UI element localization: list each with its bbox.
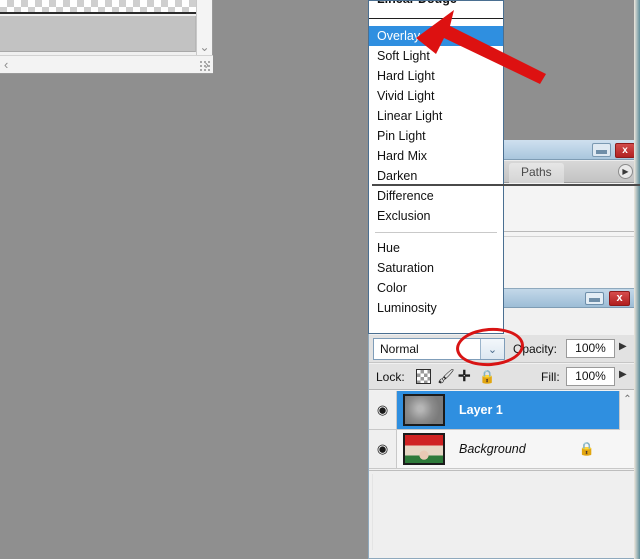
panel-menu-icon[interactable]: ▶ (618, 164, 633, 179)
window-resize-grip[interactable] (199, 60, 211, 72)
menu-item-saturation[interactable]: Saturation (369, 258, 503, 278)
opacity-stepper-icon[interactable]: ▶ (619, 341, 627, 352)
lock-label: Lock: (376, 370, 405, 384)
dropdown-items: Overlay Soft Light Hard Light Vivid Ligh… (369, 26, 503, 318)
blend-mode-dropdown-list[interactable]: Linear Dodge Overlay Soft Light Hard Lig… (368, 0, 504, 334)
table-row[interactable]: ◉ Background 🔒 (369, 430, 637, 469)
menu-item-darken[interactable]: Darken (369, 166, 503, 186)
tab-paths[interactable]: Paths (509, 163, 564, 183)
menu-item-color[interactable]: Color (369, 278, 503, 298)
dropdown-clipped-top-item: Linear Dodge (369, 1, 503, 18)
lock-image-pixels-icon[interactable]: 🖌 (437, 369, 455, 384)
layer-visibility-toggle[interactable]: ◉ (369, 430, 397, 468)
divider (369, 18, 503, 19)
fill-stepper-icon[interactable]: ▶ (619, 369, 627, 380)
fill-input[interactable]: 100% (566, 367, 615, 386)
layer-thumbnail[interactable] (403, 433, 445, 465)
menu-item-vivid-light[interactable]: Vivid Light (369, 86, 503, 106)
background-window-divider (372, 184, 640, 186)
transparent-checkerboard-canvas[interactable] (0, 0, 200, 14)
menu-item-difference[interactable]: Difference (369, 186, 503, 206)
layer-name-label: Background (459, 442, 526, 456)
menu-item-hard-mix[interactable]: Hard Mix (369, 146, 503, 166)
menu-item-hue[interactable]: Hue (369, 238, 503, 258)
screen-right-edge (634, 0, 640, 559)
blend-mode-value: Normal (380, 342, 419, 356)
document-window: ⌄ ‹ › (0, 0, 213, 74)
lock-all-icon[interactable]: 🔒 (479, 369, 495, 384)
lock-position-icon[interactable]: ✛ (458, 369, 473, 384)
canvas-horizontal-scrollbar[interactable]: ‹ › (0, 55, 213, 73)
fill-label: Fill: (541, 370, 560, 384)
eye-icon[interactable]: ◉ (377, 441, 388, 457)
eye-icon[interactable]: ◉ (377, 402, 388, 418)
table-row[interactable]: ◉ Layer 1 (369, 391, 637, 430)
menu-item-exclusion[interactable]: Exclusion (369, 206, 503, 226)
close-icon[interactable]: x (609, 291, 630, 306)
panel-inner-edge (372, 474, 615, 550)
layers-panel-footer (369, 470, 637, 558)
lock-icon: 🔒 (578, 441, 595, 456)
dropdown-cutoff-label: Linear Dodge (377, 1, 457, 6)
minimize-icon[interactable] (585, 292, 604, 305)
layer-name-label: Layer 1 (459, 403, 503, 417)
menu-item-pin-light[interactable]: Pin Light (369, 126, 503, 146)
layer-list-scrollbar[interactable]: ⌃ (619, 391, 635, 430)
lock-row: Lock: 🖌 ✛ 🔒 Fill: 100% ▶ (369, 364, 637, 390)
menu-item-soft-light[interactable]: Soft Light (369, 46, 503, 66)
layer-list: ◉ Layer 1 ◉ Background 🔒 (369, 391, 637, 469)
menu-item-linear-light[interactable]: Linear Light (369, 106, 503, 126)
close-icon[interactable]: x (615, 143, 635, 158)
lock-transparency-icon[interactable] (416, 369, 431, 384)
menu-item-luminosity[interactable]: Luminosity (369, 298, 503, 318)
scroll-up-icon[interactable]: ⌃ (623, 394, 631, 405)
layer-visibility-toggle[interactable]: ◉ (369, 391, 397, 429)
menu-item-hard-light[interactable]: Hard Light (369, 66, 503, 86)
canvas-gray-area[interactable] (0, 16, 196, 52)
layer-thumbnail[interactable] (402, 393, 446, 427)
canvas-vertical-scrollbar[interactable]: ⌄ (196, 0, 212, 56)
scroll-down-icon[interactable]: ⌄ (197, 41, 212, 53)
menu-separator (369, 226, 503, 238)
opacity-input[interactable]: 100% (566, 339, 615, 358)
menu-item-overlay[interactable]: Overlay (369, 26, 503, 46)
scroll-left-icon[interactable]: ‹ (0, 58, 12, 71)
minimize-icon[interactable] (592, 143, 611, 157)
